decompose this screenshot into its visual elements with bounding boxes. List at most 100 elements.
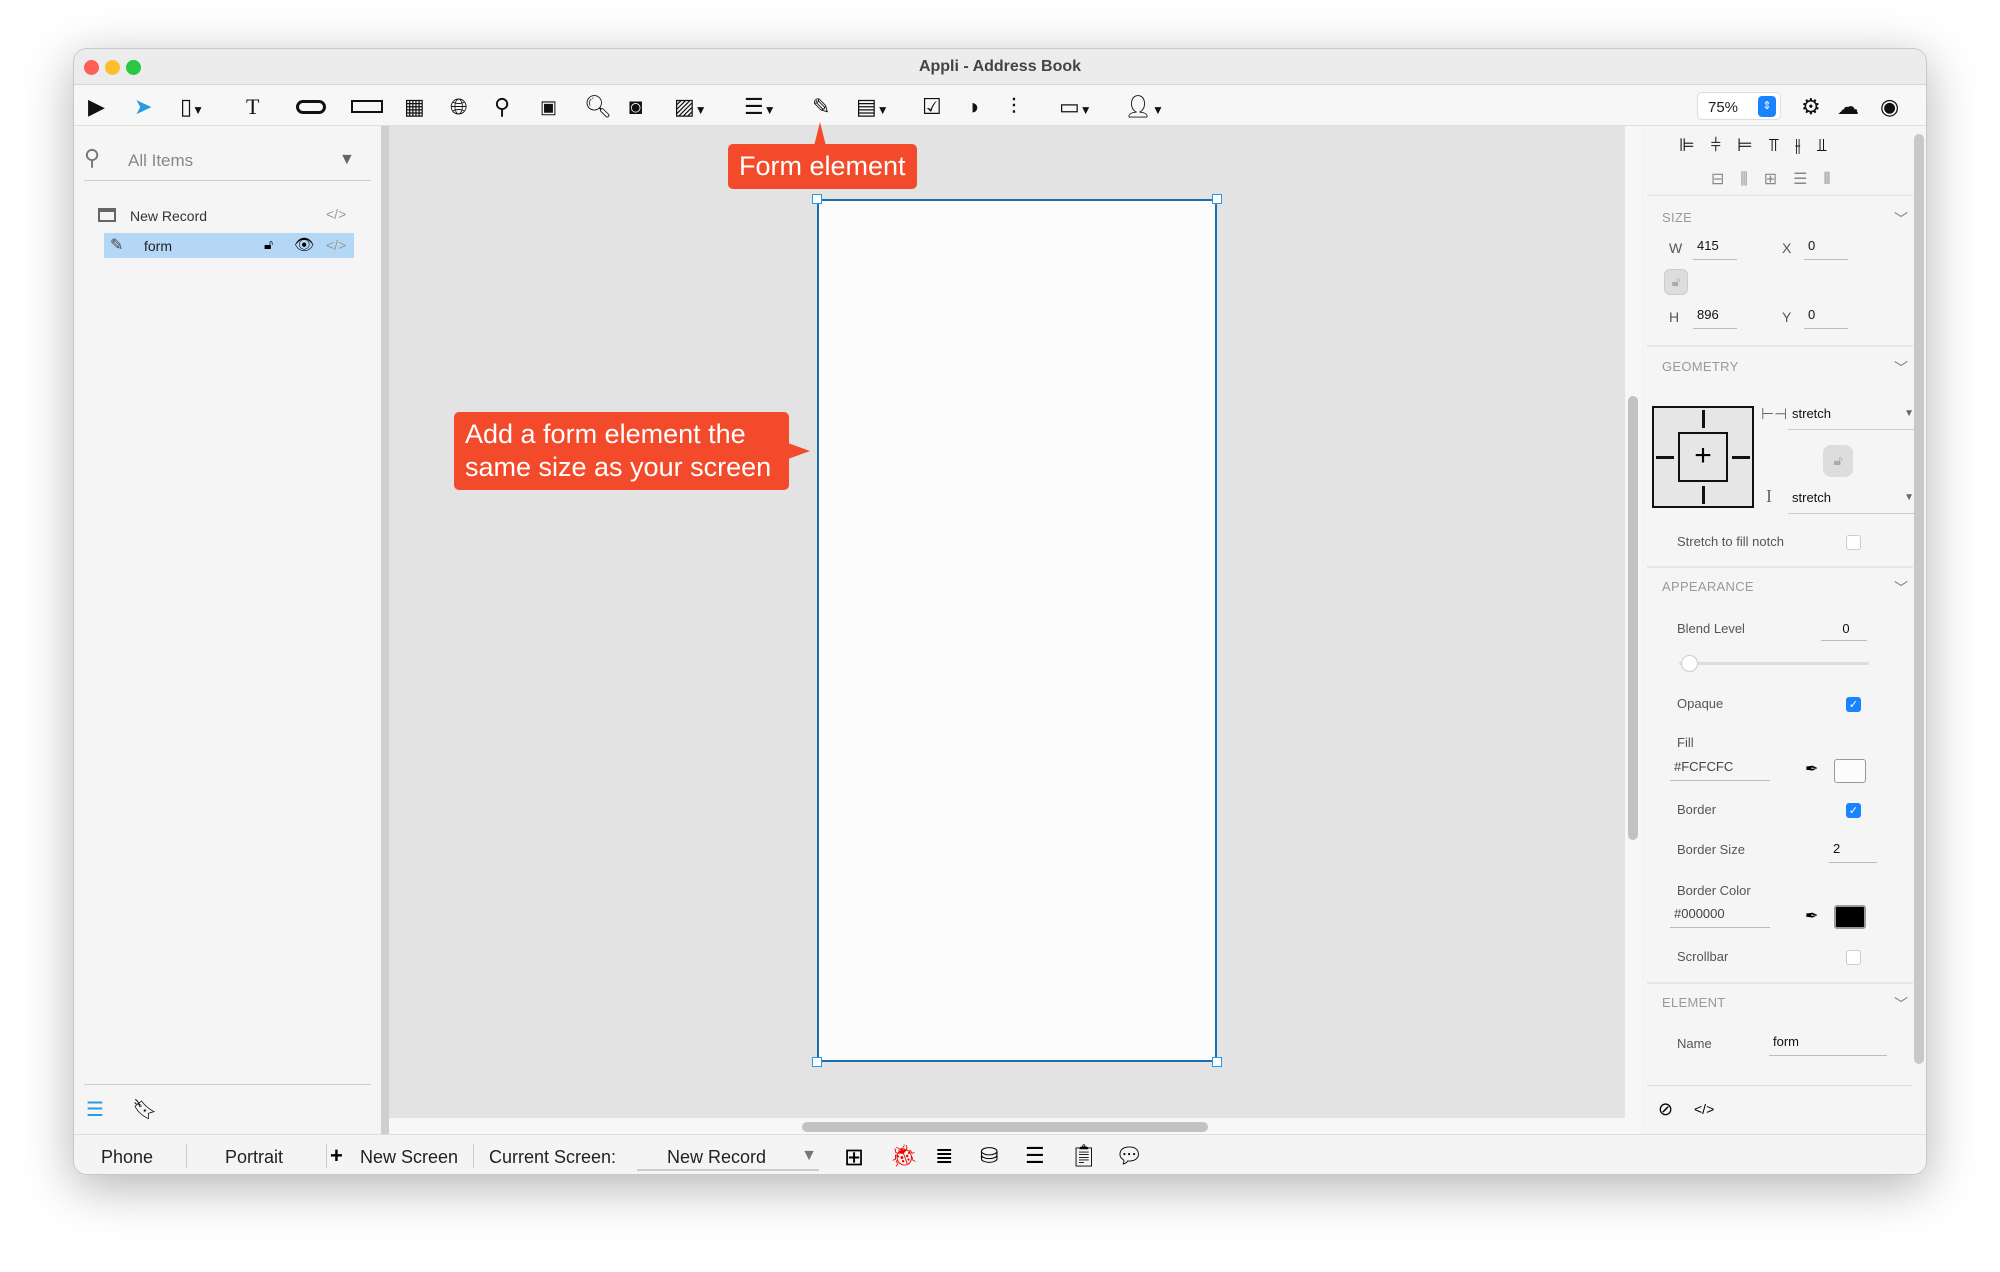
geometry-lock-icon[interactable]: 🔓︎ xyxy=(1823,445,1853,477)
database-search-icon[interactable]: ⛁ xyxy=(980,1143,998,1169)
scrollbar-checkbox[interactable] xyxy=(1846,950,1861,965)
rectangle-icon[interactable]: ▯▼ xyxy=(180,95,204,122)
resize-handle[interactable] xyxy=(1212,194,1222,204)
search-input[interactable]: All Items xyxy=(128,151,193,171)
list-icon[interactable]: ☰▼ xyxy=(744,95,776,122)
callout-instructions: Add a form element the same size as your… xyxy=(454,412,789,490)
x-label: X xyxy=(1782,240,1792,256)
chevron-down-icon[interactable]: ﹀ xyxy=(1894,578,1908,598)
eye-icon[interactable]: 👁︎ xyxy=(294,235,314,255)
eyedropper-icon[interactable]: ✒ xyxy=(1805,906,1818,926)
account-icon[interactable]: ◉ xyxy=(1880,95,1899,119)
stretch-notch-checkbox[interactable] xyxy=(1846,535,1861,550)
pointer-icon[interactable]: ➤ xyxy=(134,95,152,119)
device-select[interactable]: Phone xyxy=(101,1147,153,1168)
camera-icon[interactable]: ◙ xyxy=(629,95,642,119)
splitter[interactable] xyxy=(381,126,389,1134)
stepper-icon[interactable]: ⇕ xyxy=(1758,96,1776,117)
zoom-select[interactable]: 75% ⇕ xyxy=(1697,92,1781,120)
search-icon: ⚲ xyxy=(84,145,101,170)
orientation-select[interactable]: Portrait xyxy=(225,1147,283,1168)
unlock-icon[interactable]: 🔓︎ xyxy=(264,236,273,253)
vertical-scrollbar-thumb[interactable] xyxy=(1628,396,1638,840)
code-icon[interactable]: </> xyxy=(1694,1101,1714,1117)
border-size-field[interactable]: 2 xyxy=(1829,841,1877,863)
toggle-icon[interactable]: ◑ xyxy=(966,95,979,119)
image-icon[interactable]: ▨▼ xyxy=(674,95,707,122)
top-anchor[interactable] xyxy=(1702,410,1705,428)
divider xyxy=(84,1084,371,1085)
grid-icon[interactable]: ⊞ xyxy=(844,1143,864,1172)
form-icon[interactable]: ✎ xyxy=(812,95,830,119)
blend-level-label: Blend Level xyxy=(1677,621,1745,636)
y-field[interactable]: 0 xyxy=(1804,307,1848,329)
button-icon[interactable] xyxy=(296,100,326,114)
table-icon[interactable]: ▦ xyxy=(404,95,425,119)
resize-handle[interactable] xyxy=(1212,1057,1222,1067)
resize-handle[interactable] xyxy=(812,1057,822,1067)
blend-slider[interactable] xyxy=(1679,662,1869,665)
blend-slider-thumb[interactable] xyxy=(1681,655,1698,672)
xyz-list-icon[interactable]: ☰ xyxy=(1025,1143,1045,1169)
list-view-icon[interactable]: ☰ xyxy=(86,1097,104,1122)
code-icon[interactable]: </> xyxy=(326,206,346,222)
inspector-scrollbar[interactable] xyxy=(1914,134,1924,1064)
resize-handle[interactable] xyxy=(812,194,822,204)
chevron-down-icon[interactable]: ﹀ xyxy=(1894,209,1908,229)
anchor-widget[interactable]: + xyxy=(1652,406,1754,508)
bookmark-icon[interactable]: 🔖︎ xyxy=(132,1097,157,1122)
chat-icon[interactable]: 💬︎ xyxy=(1115,1143,1143,1169)
gear-icon[interactable]: ⚙ xyxy=(1801,95,1821,119)
form-element[interactable] xyxy=(817,199,1217,1062)
play-icon[interactable]: ▶ xyxy=(88,95,105,119)
border-checkbox[interactable]: ✓ xyxy=(1846,803,1861,818)
current-screen-select[interactable]: New Record ▼ xyxy=(637,1139,819,1171)
align-toolbar[interactable]: ⊫⫩⊨⫪⫲⫫ xyxy=(1679,135,1843,156)
width-field[interactable]: 415 xyxy=(1693,238,1737,260)
fill-color-swatch[interactable] xyxy=(1834,759,1866,783)
height-field[interactable]: 896 xyxy=(1693,307,1737,329)
chevron-down-icon[interactable]: ﹀ xyxy=(1894,358,1908,378)
new-screen-button[interactable]: New Screen xyxy=(360,1147,458,1168)
distribute-toolbar[interactable]: ⊟⫼⊞☰⦀ xyxy=(1711,169,1847,189)
filter-dropdown-icon[interactable]: ▼ xyxy=(339,151,355,169)
chevron-down-icon[interactable]: ﹀ xyxy=(1894,994,1908,1014)
search-icon[interactable]: 🔍︎ xyxy=(584,95,612,119)
blend-level-field[interactable]: 0 xyxy=(1821,621,1867,641)
code-icon[interactable]: </> xyxy=(326,237,346,253)
border-color-field[interactable]: #000000 xyxy=(1670,906,1770,928)
database-icon[interactable]: ≣ xyxy=(935,1143,953,1169)
slider-icon[interactable]: ⫶ xyxy=(1011,95,1017,119)
calendar-icon[interactable]: ▭▼ xyxy=(1059,95,1092,122)
opaque-checkbox[interactable]: ✓ xyxy=(1846,697,1861,712)
web-icon[interactable]: 🌐︎ xyxy=(450,95,468,119)
border-color-swatch[interactable] xyxy=(1834,905,1866,929)
name-field[interactable]: form xyxy=(1769,1034,1887,1056)
horizontal-stretch-select[interactable]: stretch ▼ xyxy=(1788,406,1914,430)
contact-icon[interactable]: 👤︎▼ xyxy=(1124,95,1164,122)
eyedropper-icon[interactable]: ✒ xyxy=(1805,759,1818,779)
aspect-lock-icon[interactable]: 🔓︎ xyxy=(1664,269,1688,295)
picker-icon[interactable]: ▤▼ xyxy=(856,95,889,122)
checkbox-icon[interactable]: ☑ xyxy=(922,95,942,119)
text-icon[interactable]: T xyxy=(246,95,259,119)
map-pin-icon[interactable]: ⚲ xyxy=(494,95,510,119)
bug-icon[interactable]: 🐞︎ xyxy=(890,1143,918,1169)
bottom-anchor[interactable] xyxy=(1702,486,1705,504)
text-field-icon[interactable] xyxy=(351,100,383,113)
right-anchor[interactable] xyxy=(1732,456,1750,459)
cloud-upload-icon[interactable]: ☁ xyxy=(1837,95,1859,119)
chart-icon[interactable]: ▣ xyxy=(540,95,557,119)
vertical-stretch-select[interactable]: stretch ▼ xyxy=(1788,490,1914,514)
disable-icon[interactable]: ⊘ xyxy=(1658,1099,1673,1120)
clipboard-icon[interactable]: 📋︎ xyxy=(1070,1143,1098,1169)
plus-icon[interactable]: + xyxy=(330,1143,343,1169)
screen-icon xyxy=(98,208,116,222)
x-field[interactable]: 0 xyxy=(1804,238,1848,260)
tree-item-new-record[interactable]: New Record xyxy=(130,208,207,224)
fill-color-field[interactable]: #FCFCFC xyxy=(1670,759,1770,781)
horizontal-scrollbar-thumb[interactable] xyxy=(802,1122,1208,1132)
scrollbar-label: Scrollbar xyxy=(1677,949,1729,964)
tree-item-form[interactable]: ✎ form 🔓︎ 👁︎ </> xyxy=(104,233,354,258)
left-anchor[interactable] xyxy=(1656,456,1674,459)
